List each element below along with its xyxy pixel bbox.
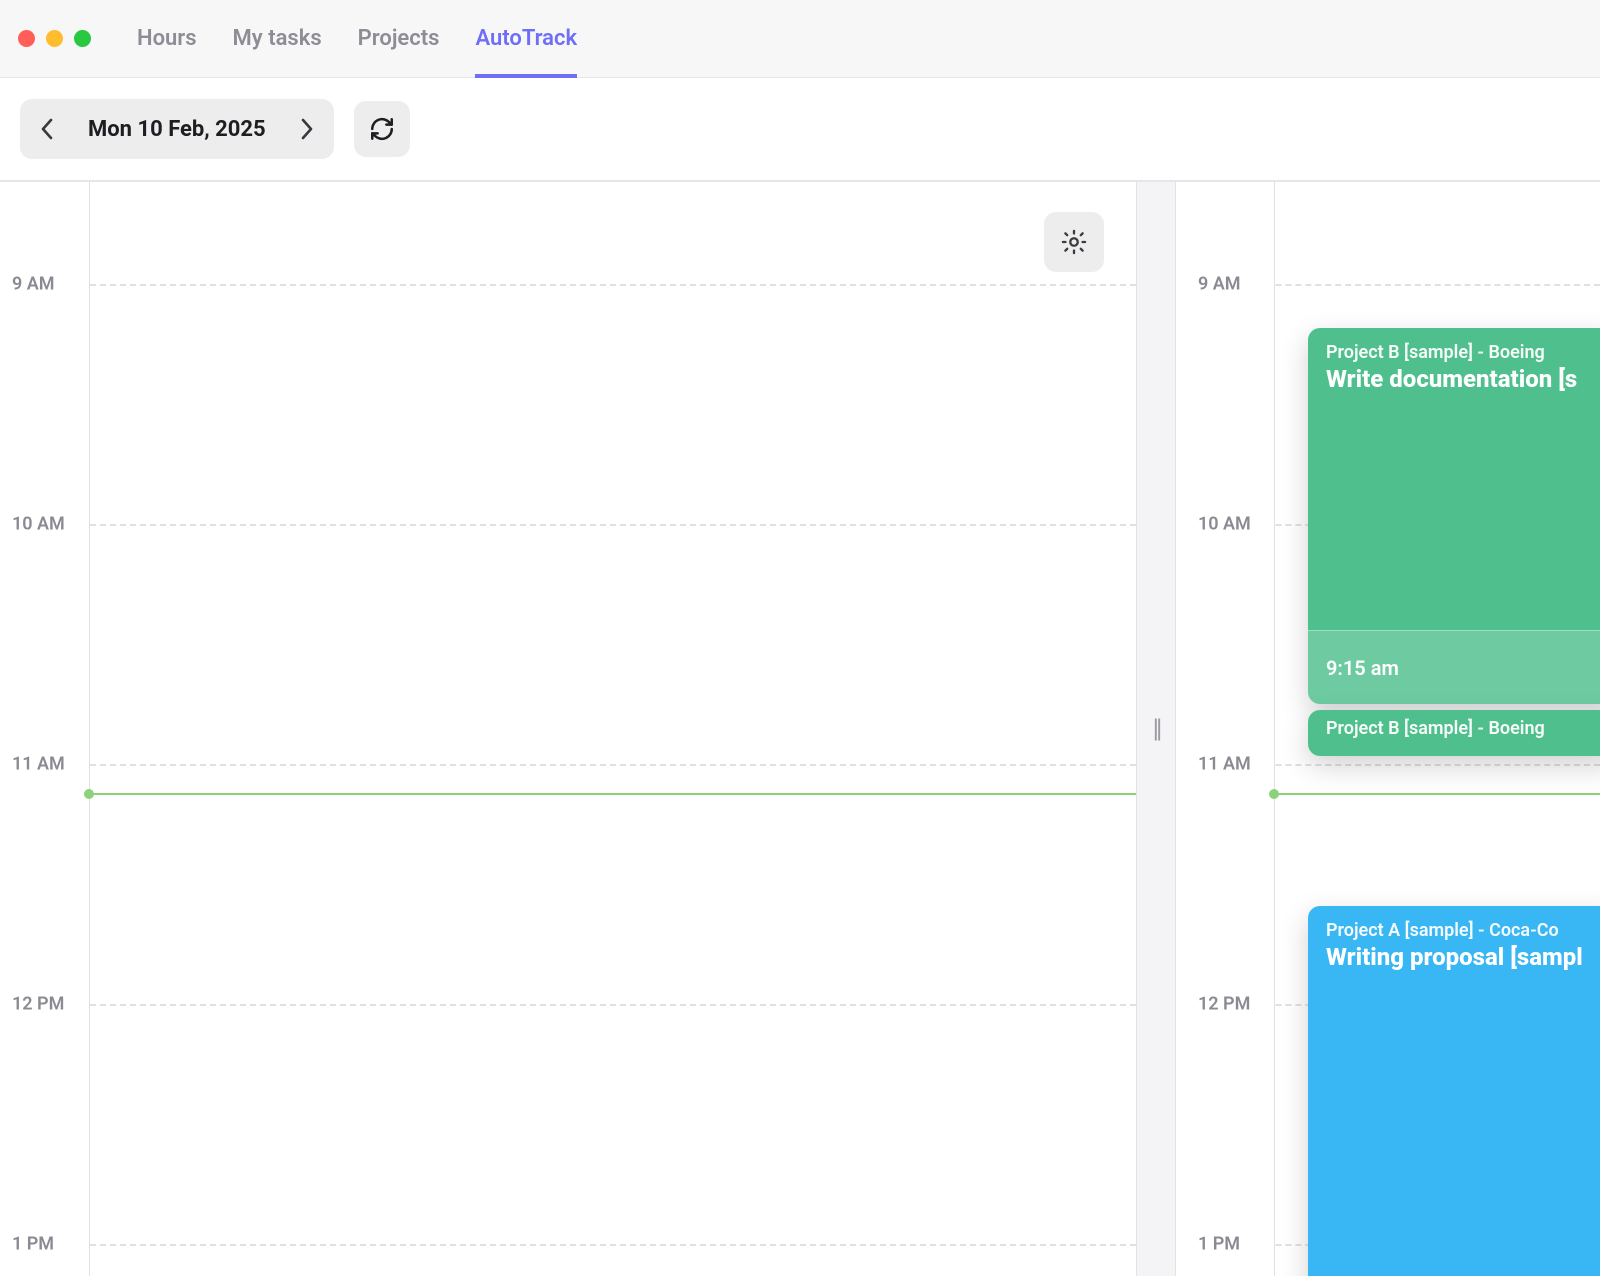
hour-label: 12 PM	[1198, 994, 1250, 1015]
hour-label: 1 PM	[12, 1234, 54, 1255]
current-time-indicator	[1274, 793, 1600, 795]
event-project-label: Project B [sample] - Boeing	[1326, 342, 1600, 363]
tab-hours[interactable]: Hours	[137, 0, 197, 77]
current-time-indicator	[89, 793, 1136, 795]
hour-label: 9 AM	[1198, 274, 1241, 295]
drag-handle-icon: ||	[1153, 714, 1160, 744]
right-gutter-divider	[1274, 182, 1275, 1276]
hour-label: 9 AM	[12, 274, 55, 295]
calendar-split-view: 9 AM 10 AM 11 AM 12 PM 1 PM || 9 AM 10 A…	[0, 181, 1600, 1276]
right-timeline[interactable]: 9 AM 10 AM 11 AM 12 PM 1 PM Project B [s…	[1176, 181, 1600, 1276]
hour-label: 11 AM	[12, 754, 65, 775]
current-date[interactable]: Mon 10 Feb, 2025	[88, 117, 266, 142]
main-tabs: Hours My tasks Projects AutoTrack	[137, 0, 577, 77]
toolbar: Mon 10 Feb, 2025	[0, 78, 1600, 181]
tab-projects[interactable]: Projects	[358, 0, 440, 77]
hour-label: 12 PM	[12, 994, 64, 1015]
refresh-icon	[369, 116, 395, 142]
date-navigator: Mon 10 Feb, 2025	[20, 99, 334, 159]
split-handle[interactable]: ||	[1136, 181, 1176, 1276]
event-card-green[interactable]: Project B [sample] - Boeing Write docume…	[1308, 328, 1600, 704]
left-gutter-divider	[89, 182, 90, 1276]
window-minimize-icon[interactable]	[46, 30, 63, 47]
next-day-button[interactable]	[296, 118, 318, 140]
event-card-green-small[interactable]: Project B [sample] - Boeing	[1308, 710, 1600, 756]
window-close-icon[interactable]	[18, 30, 35, 47]
refresh-button[interactable]	[354, 101, 410, 157]
window-zoom-icon[interactable]	[74, 30, 91, 47]
left-timeline[interactable]: 9 AM 10 AM 11 AM 12 PM 1 PM	[0, 181, 1136, 1276]
hour-label: 10 AM	[1198, 514, 1251, 535]
gear-icon	[1060, 228, 1088, 256]
hour-label: 10 AM	[12, 514, 65, 535]
titlebar: Hours My tasks Projects AutoTrack	[0, 0, 1600, 78]
settings-button[interactable]	[1044, 212, 1104, 272]
event-title: Writing proposal [sampl	[1326, 943, 1600, 971]
event-project-label: Project B [sample] - Boeing	[1326, 718, 1600, 739]
chevron-left-icon	[40, 118, 54, 140]
tab-autotrack[interactable]: AutoTrack	[475, 0, 577, 77]
right-time-gutter	[1176, 182, 1274, 1276]
left-time-gutter	[0, 182, 89, 1276]
hour-label: 11 AM	[1198, 754, 1251, 775]
event-time-badge: 9:15 am	[1308, 630, 1600, 704]
event-title: Write documentation [s	[1326, 365, 1600, 393]
event-card-blue[interactable]: Project A [sample] - Coca-Co Writing pro…	[1308, 906, 1600, 1276]
hour-label: 1 PM	[1198, 1234, 1240, 1255]
prev-day-button[interactable]	[36, 118, 58, 140]
tab-my-tasks[interactable]: My tasks	[233, 0, 322, 77]
event-project-label: Project A [sample] - Coca-Co	[1326, 920, 1600, 941]
window-controls	[18, 30, 91, 47]
chevron-right-icon	[300, 118, 314, 140]
